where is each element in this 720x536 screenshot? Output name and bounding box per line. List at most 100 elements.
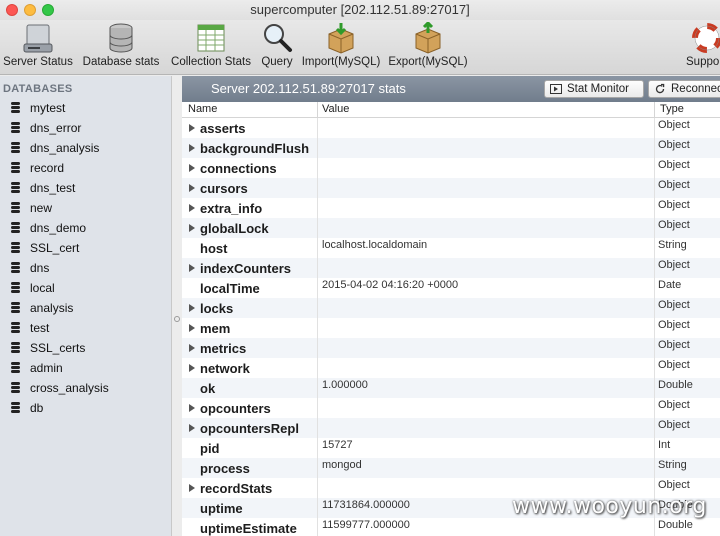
column-header-value[interactable]: Value bbox=[322, 103, 349, 115]
database-icon bbox=[11, 322, 20, 334]
disclosure-triangle-icon[interactable] bbox=[189, 204, 195, 212]
sidebar-item-test[interactable]: test bbox=[0, 318, 172, 338]
table-row[interactable]: mem Object bbox=[182, 318, 720, 338]
disclosure-triangle-icon[interactable] bbox=[189, 144, 195, 152]
table-header: Name Value Type bbox=[182, 102, 720, 118]
disclosure-triangle-icon[interactable] bbox=[189, 124, 195, 132]
table-row[interactable]: globalLock Object bbox=[182, 218, 720, 238]
disclosure-triangle-icon[interactable] bbox=[189, 184, 195, 192]
disclosure-triangle-icon[interactable] bbox=[189, 224, 195, 232]
table-row[interactable]: host localhost.localdomain String bbox=[182, 238, 720, 258]
sidebar-item-dns-error[interactable]: dns_error bbox=[0, 118, 172, 138]
sidebar-item-db[interactable]: db bbox=[0, 398, 172, 418]
table-row[interactable]: asserts Object bbox=[182, 118, 720, 138]
table-row[interactable]: connections Object bbox=[182, 158, 720, 178]
split-view-handle[interactable] bbox=[174, 316, 180, 322]
table-row[interactable]: localTime 2015-04-02 04:16:20 +0000 Date bbox=[182, 278, 720, 298]
sidebar-item-cross-analysis[interactable]: cross_analysis bbox=[0, 378, 172, 398]
row-name: globalLock bbox=[200, 221, 269, 236]
sidebar-item-label: test bbox=[30, 321, 50, 335]
database-icon bbox=[11, 342, 20, 354]
disclosure-triangle-icon[interactable] bbox=[189, 404, 195, 412]
table-row[interactable]: network Object bbox=[182, 358, 720, 378]
disclosure-triangle-icon[interactable] bbox=[189, 324, 195, 332]
table-row[interactable]: process mongod String bbox=[182, 458, 720, 478]
sidebar-item-record[interactable]: record bbox=[0, 158, 172, 178]
database-icon bbox=[11, 262, 20, 274]
database-icon bbox=[11, 242, 20, 254]
spreadsheet-icon bbox=[197, 24, 225, 52]
column-header-name[interactable]: Name bbox=[188, 103, 217, 115]
reconnect-button[interactable]: Reconnect bbox=[648, 80, 720, 98]
sidebar-item-label: SSL_cert bbox=[30, 241, 80, 255]
disclosure-triangle-icon[interactable] bbox=[189, 424, 195, 432]
stat-monitor-button[interactable]: Stat Monitor bbox=[544, 80, 644, 98]
disclosure-triangle-icon[interactable] bbox=[189, 364, 195, 372]
database-icon bbox=[11, 122, 20, 134]
minimize-button[interactable] bbox=[24, 4, 36, 16]
database-icon bbox=[11, 182, 20, 194]
disclosure-triangle-icon[interactable] bbox=[189, 164, 195, 172]
sidebar-item-dns-analysis[interactable]: dns_analysis bbox=[0, 138, 172, 158]
table-row[interactable]: metrics Object bbox=[182, 338, 720, 358]
row-name: host bbox=[200, 241, 228, 256]
export-mysql-button[interactable]: Export(MySQL) bbox=[387, 22, 469, 68]
collection-stats-button[interactable]: Collection Stats bbox=[168, 22, 254, 68]
row-type: String bbox=[658, 459, 687, 471]
row-name: backgroundFlush bbox=[200, 141, 310, 156]
sidebar-item-mytest[interactable]: mytest bbox=[0, 98, 172, 118]
query-button[interactable]: Query bbox=[258, 22, 296, 68]
row-name: pid bbox=[200, 441, 220, 456]
disclosure-triangle-icon[interactable] bbox=[189, 264, 195, 272]
disclosure-triangle-icon[interactable] bbox=[189, 344, 195, 352]
import-mysql-button[interactable]: Import(MySQL) bbox=[300, 22, 382, 68]
sidebar-item-label: dns_analysis bbox=[30, 141, 100, 155]
disclosure-triangle-icon[interactable] bbox=[189, 304, 195, 312]
database-stats-button[interactable]: Database stats bbox=[80, 22, 162, 68]
lifebuoy-icon bbox=[692, 23, 720, 53]
zoom-button[interactable] bbox=[42, 4, 54, 16]
sidebar-item-label: db bbox=[30, 401, 44, 415]
row-name: cursors bbox=[200, 181, 248, 196]
table-row[interactable]: opcounters Object bbox=[182, 398, 720, 418]
disclosure-triangle-icon[interactable] bbox=[189, 484, 195, 492]
table-row[interactable]: pid 15727 Int bbox=[182, 438, 720, 458]
table-row[interactable]: ok 1.000000 Double bbox=[182, 378, 720, 398]
server-status-button[interactable]: Server Status bbox=[2, 22, 74, 68]
sidebar-item-dns[interactable]: dns bbox=[0, 258, 172, 278]
sidebar-header: DATABASES bbox=[3, 83, 73, 95]
table-row[interactable]: backgroundFlush Object bbox=[182, 138, 720, 158]
row-name: extra_info bbox=[200, 201, 263, 216]
database-icon bbox=[11, 222, 20, 234]
database-icon bbox=[11, 362, 20, 374]
support-button[interactable]: Suppo bbox=[686, 22, 720, 68]
row-type: Object bbox=[658, 359, 690, 371]
row-value: 15727 bbox=[322, 439, 353, 451]
sidebar-item-admin[interactable]: admin bbox=[0, 358, 172, 378]
table-row[interactable]: indexCounters Object bbox=[182, 258, 720, 278]
database-list: mytest dns_error dns_analysisrecord dns_tes… bbox=[0, 98, 172, 418]
sidebar-item-new[interactable]: new bbox=[0, 198, 172, 218]
table-row[interactable]: cursors Object bbox=[182, 178, 720, 198]
column-header-type[interactable]: Type bbox=[660, 103, 684, 115]
table-row[interactable]: uptimeEstimate 11599777.000000 Double bbox=[182, 518, 720, 536]
sidebar-item-analysis[interactable]: analysis bbox=[0, 298, 172, 318]
close-button[interactable] bbox=[6, 4, 18, 16]
sidebar-item-ssl-certs[interactable]: SSL_certs bbox=[0, 338, 172, 358]
row-value: 11599777.000000 bbox=[322, 519, 410, 531]
database-icon bbox=[11, 142, 20, 154]
table-row[interactable]: locks Object bbox=[182, 298, 720, 318]
database-icon bbox=[11, 402, 20, 414]
sidebar-item-dns-demo[interactable]: dns_demo bbox=[0, 218, 172, 238]
sidebar-item-local[interactable]: local bbox=[0, 278, 172, 298]
sidebar-item-ssl-cert[interactable]: SSL_cert bbox=[0, 238, 172, 258]
title-bar: supercomputer [202.112.51.89:27017] bbox=[0, 0, 720, 20]
row-type: Double bbox=[658, 519, 693, 531]
sidebar-item-label: new bbox=[30, 201, 53, 215]
row-name: metrics bbox=[200, 341, 247, 356]
table-row[interactable]: extra_info Object bbox=[182, 198, 720, 218]
table-row[interactable]: opcountersRepl Object bbox=[182, 418, 720, 438]
stats-header: Server 202.112.51.89:27017 stats Stat Mo… bbox=[182, 76, 720, 102]
row-type: Object bbox=[658, 159, 690, 171]
sidebar-item-dns-test[interactable]: dns_test bbox=[0, 178, 172, 198]
